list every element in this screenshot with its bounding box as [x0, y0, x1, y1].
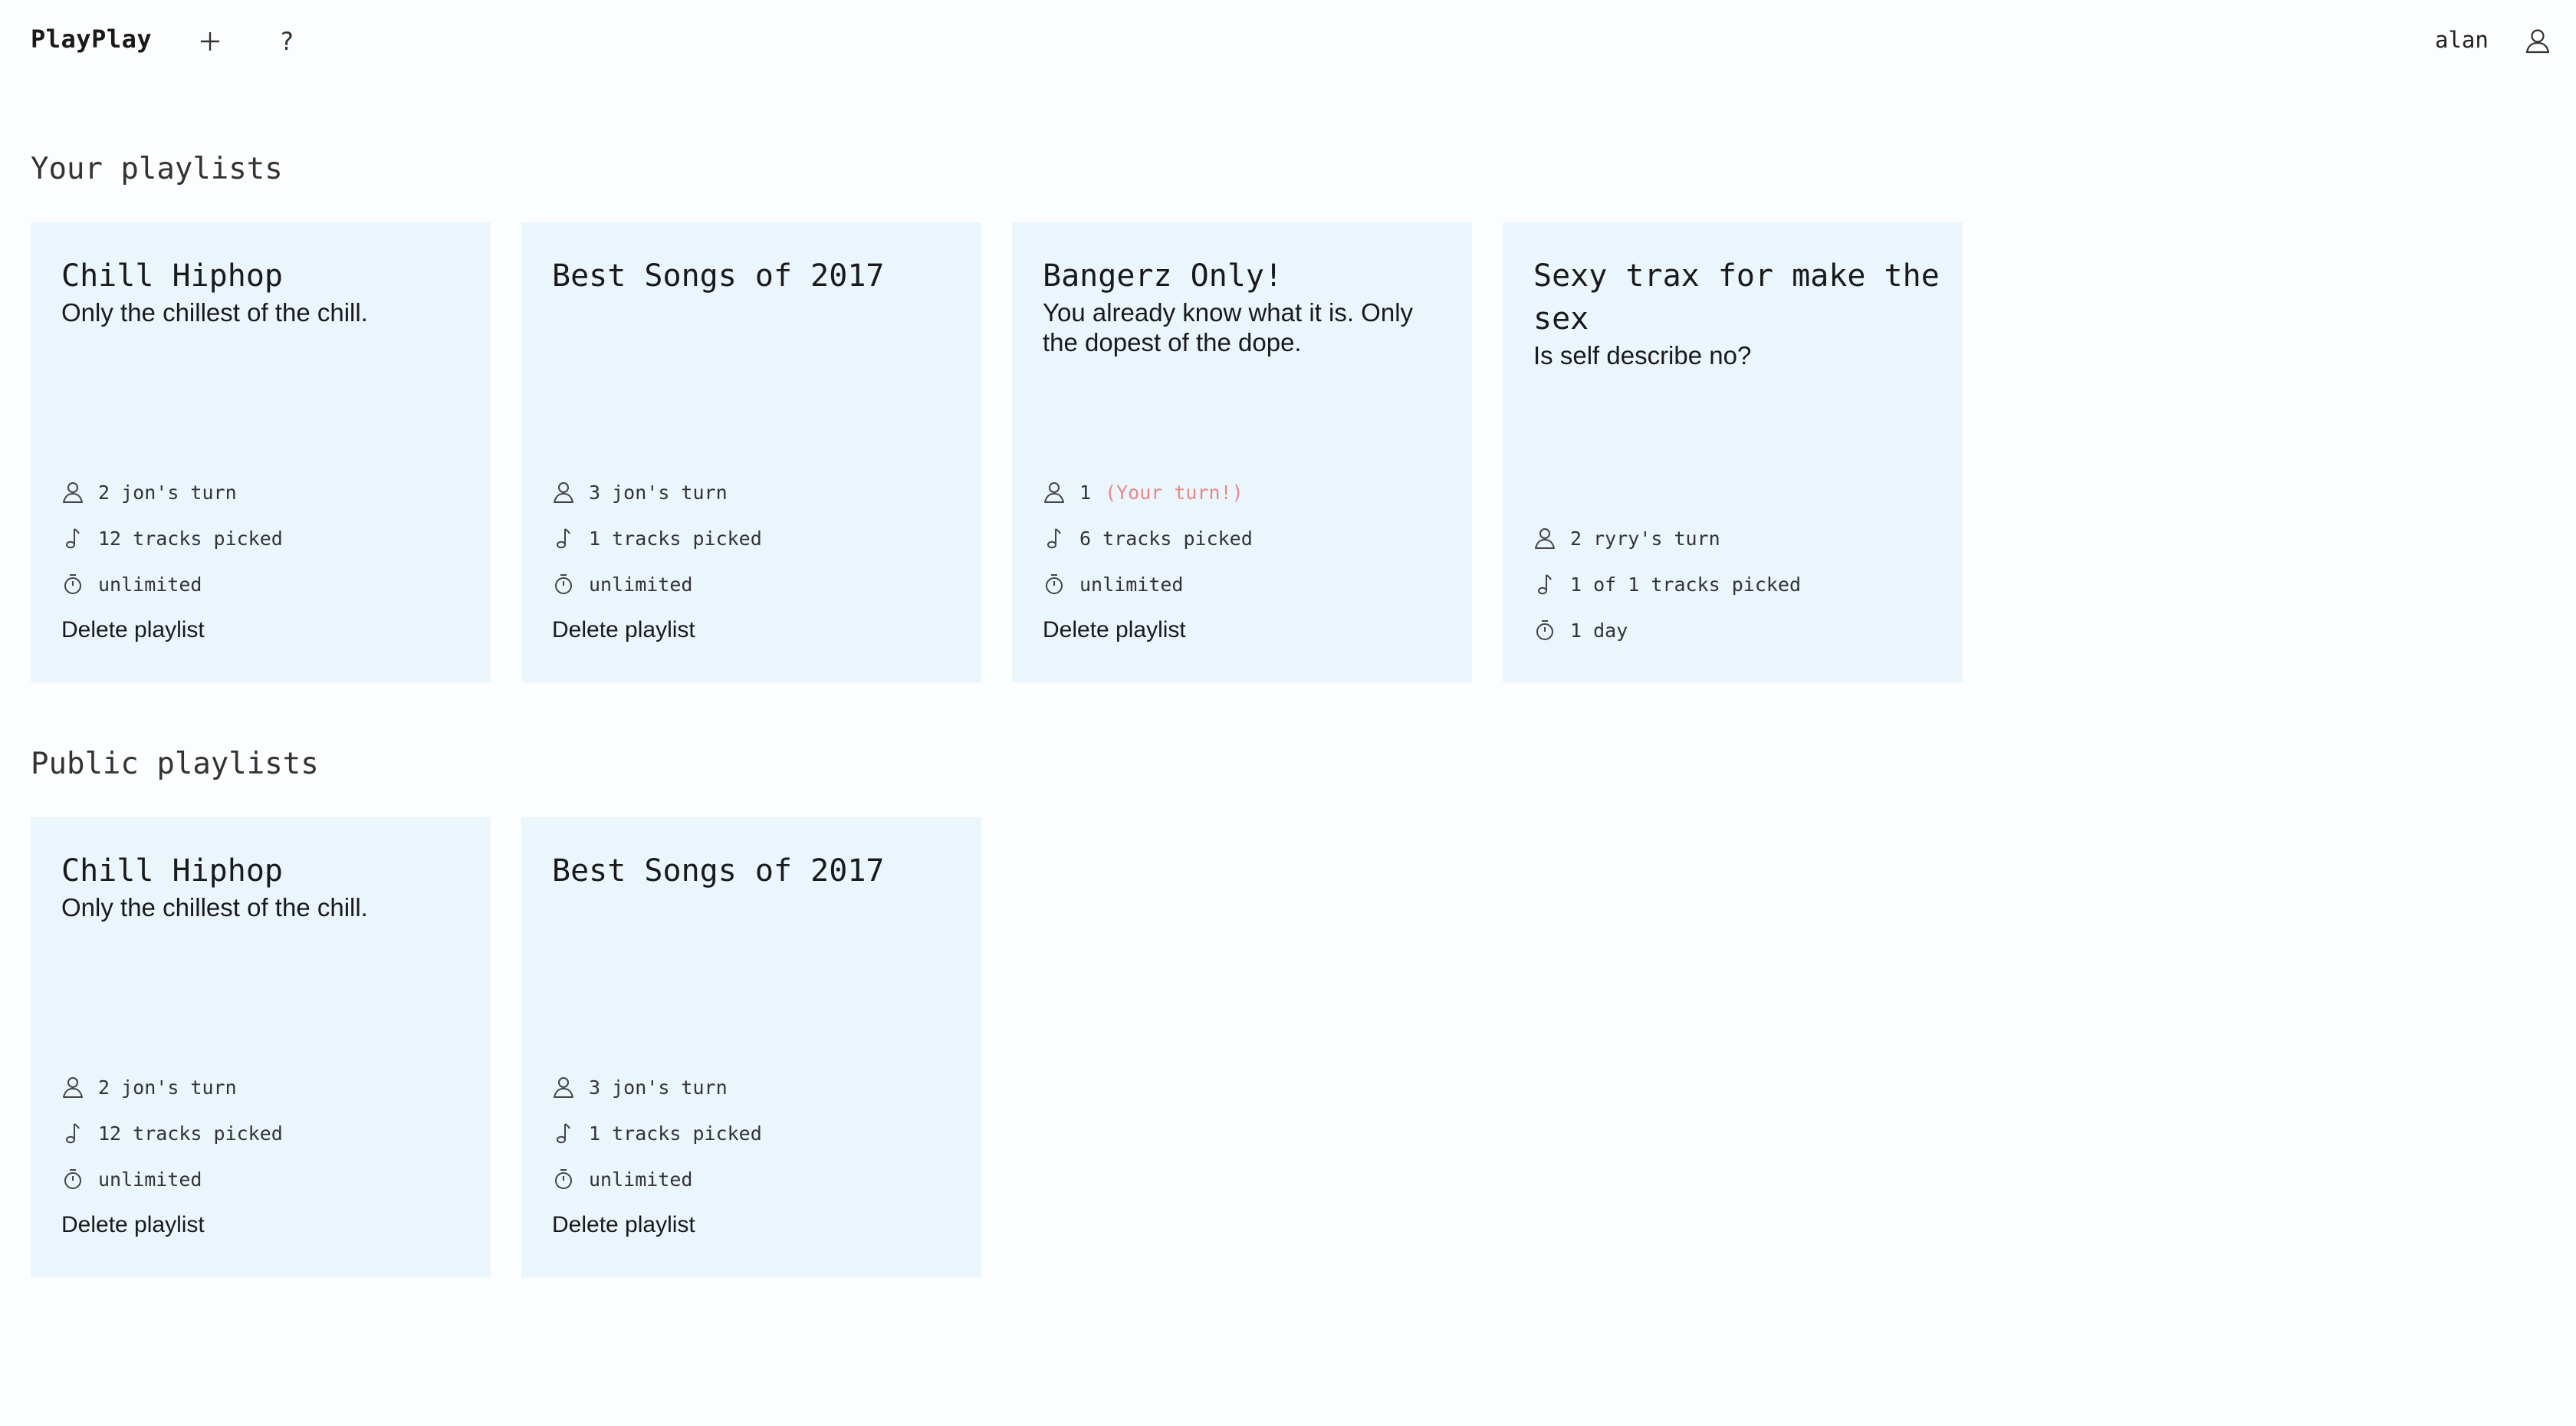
playlist-description: You already know what it is. Only the do…	[1043, 298, 1414, 356]
help-button[interactable]: ?	[271, 26, 302, 57]
duration-row: unlimited	[1043, 569, 1183, 600]
player-count: 2	[98, 481, 110, 504]
duration-row: unlimited	[61, 1164, 202, 1194]
player-count: 3	[589, 1076, 601, 1099]
player-count: 2	[1570, 527, 1582, 550]
turn-status: ryry's turn	[1593, 527, 1720, 550]
user-icon	[61, 1074, 84, 1100]
duration-value: unlimited	[98, 1168, 202, 1191]
playlist-description: Only the chillest of the chill.	[61, 298, 368, 327]
players-row: 2 ryry's turn	[1533, 523, 1720, 554]
add-playlist-button[interactable]	[195, 26, 225, 57]
tracks-row: 1 tracks picked	[552, 523, 762, 554]
playlist-card[interactable]: Best Songs of 2017 3 jon's turn 1 tracks…	[521, 222, 981, 682]
stopwatch-icon	[61, 1166, 84, 1192]
delete-playlist-link[interactable]: Delete playlist	[61, 615, 205, 646]
tracks-picked: 1 of 1 tracks picked	[1570, 573, 1802, 596]
help-icon: ?	[279, 27, 294, 56]
music-note-icon	[1533, 571, 1556, 597]
player-count: 3	[589, 481, 601, 504]
duration-value: 1 day	[1570, 619, 1628, 642]
your-turn-badge: (Your turn!)	[1105, 481, 1244, 504]
player-count: 1	[1079, 481, 1092, 504]
tracks-row: 6 tracks picked	[1043, 523, 1253, 554]
username-link[interactable]: alan	[2435, 25, 2489, 55]
duration-row: unlimited	[61, 569, 202, 600]
music-note-icon	[61, 1120, 84, 1146]
duration-value: unlimited	[1079, 573, 1184, 596]
top-bar: PlayPlay ? alan	[0, 0, 2576, 84]
user-icon	[552, 1074, 575, 1100]
account-button[interactable]	[2522, 26, 2553, 57]
delete-playlist-link[interactable]: Delete playlist	[552, 1210, 695, 1240]
duration-row: unlimited	[552, 569, 692, 600]
playlist-title[interactable]: Best Songs of 2017	[552, 255, 958, 297]
duration-value: unlimited	[98, 573, 202, 596]
playlist-card[interactable]: Chill Hiphop Only the chillest of the ch…	[31, 222, 491, 682]
app-logo[interactable]: PlayPlay	[31, 24, 152, 54]
delete-playlist-link[interactable]: Delete playlist	[1043, 615, 1186, 646]
stopwatch-icon	[61, 571, 84, 597]
tracks-picked: 6 tracks picked	[1079, 527, 1253, 550]
playlist-title[interactable]: Sexy trax for make the sex Is self descr…	[1533, 255, 1940, 370]
tracks-row: 1 of 1 tracks picked	[1533, 569, 1801, 600]
playlist-description: Is self describe no?	[1533, 341, 1752, 370]
duration-row: 1 day	[1533, 615, 1628, 646]
turn-status: jon's turn	[121, 481, 237, 504]
playlist-title[interactable]: Best Songs of 2017	[552, 849, 958, 892]
playlist-card[interactable]: Best Songs of 2017 3 jon's turn 1 tracks…	[521, 817, 981, 1277]
user-icon	[2525, 29, 2550, 54]
tracks-row: 12 tracks picked	[61, 1118, 283, 1148]
tracks-picked: 12 tracks picked	[98, 1122, 283, 1145]
music-note-icon	[552, 525, 575, 551]
players-row: 2 jon's turn	[61, 1072, 237, 1102]
playlist-title[interactable]: Bangerz Only! You already know what it i…	[1043, 255, 1449, 357]
delete-playlist-link[interactable]: Delete playlist	[552, 615, 695, 646]
players-row: 3 jon's turn	[552, 477, 728, 508]
player-count: 2	[98, 1076, 110, 1099]
user-icon	[61, 479, 84, 505]
turn-status: jon's turn	[612, 481, 728, 504]
duration-row: unlimited	[552, 1164, 692, 1194]
playlist-card[interactable]: Bangerz Only! You already know what it i…	[1012, 222, 1472, 682]
players-row: 2 jon's turn	[61, 477, 237, 508]
playlist-title[interactable]: Chill Hiphop Only the chillest of the ch…	[61, 849, 468, 922]
tracks-picked: 1 tracks picked	[589, 527, 762, 550]
duration-value: unlimited	[589, 573, 693, 596]
turn-status: jon's turn	[121, 1076, 237, 1099]
playlist-card[interactable]: Sexy trax for make the sex Is self descr…	[1503, 222, 1963, 682]
delete-playlist-link[interactable]: Delete playlist	[61, 1210, 205, 1240]
music-note-icon	[552, 1120, 575, 1146]
players-row: 1 (Your turn!)	[1043, 477, 1244, 508]
players-row: 3 jon's turn	[552, 1072, 728, 1102]
playlist-title[interactable]: Chill Hiphop Only the chillest of the ch…	[61, 255, 468, 327]
stopwatch-icon	[1533, 617, 1556, 643]
your-playlists-heading: Your playlists	[31, 152, 283, 186]
turn-status: jon's turn	[612, 1076, 728, 1099]
tracks-picked: 12 tracks picked	[98, 527, 283, 550]
stopwatch-icon	[552, 1166, 575, 1192]
tracks-picked: 1 tracks picked	[589, 1122, 762, 1145]
stopwatch-icon	[1043, 571, 1066, 597]
public-playlists-heading: Public playlists	[31, 747, 319, 781]
duration-value: unlimited	[589, 1168, 693, 1191]
tracks-row: 1 tracks picked	[552, 1118, 762, 1148]
playlist-description: Only the chillest of the chill.	[61, 893, 368, 922]
tracks-row: 12 tracks picked	[61, 523, 283, 554]
playlist-card[interactable]: Chill Hiphop Only the chillest of the ch…	[31, 817, 491, 1277]
user-icon	[1533, 525, 1556, 551]
user-icon	[1043, 479, 1066, 505]
user-icon	[552, 479, 575, 505]
stopwatch-icon	[552, 571, 575, 597]
music-note-icon	[61, 525, 84, 551]
plus-icon	[201, 32, 219, 51]
music-note-icon	[1043, 525, 1066, 551]
